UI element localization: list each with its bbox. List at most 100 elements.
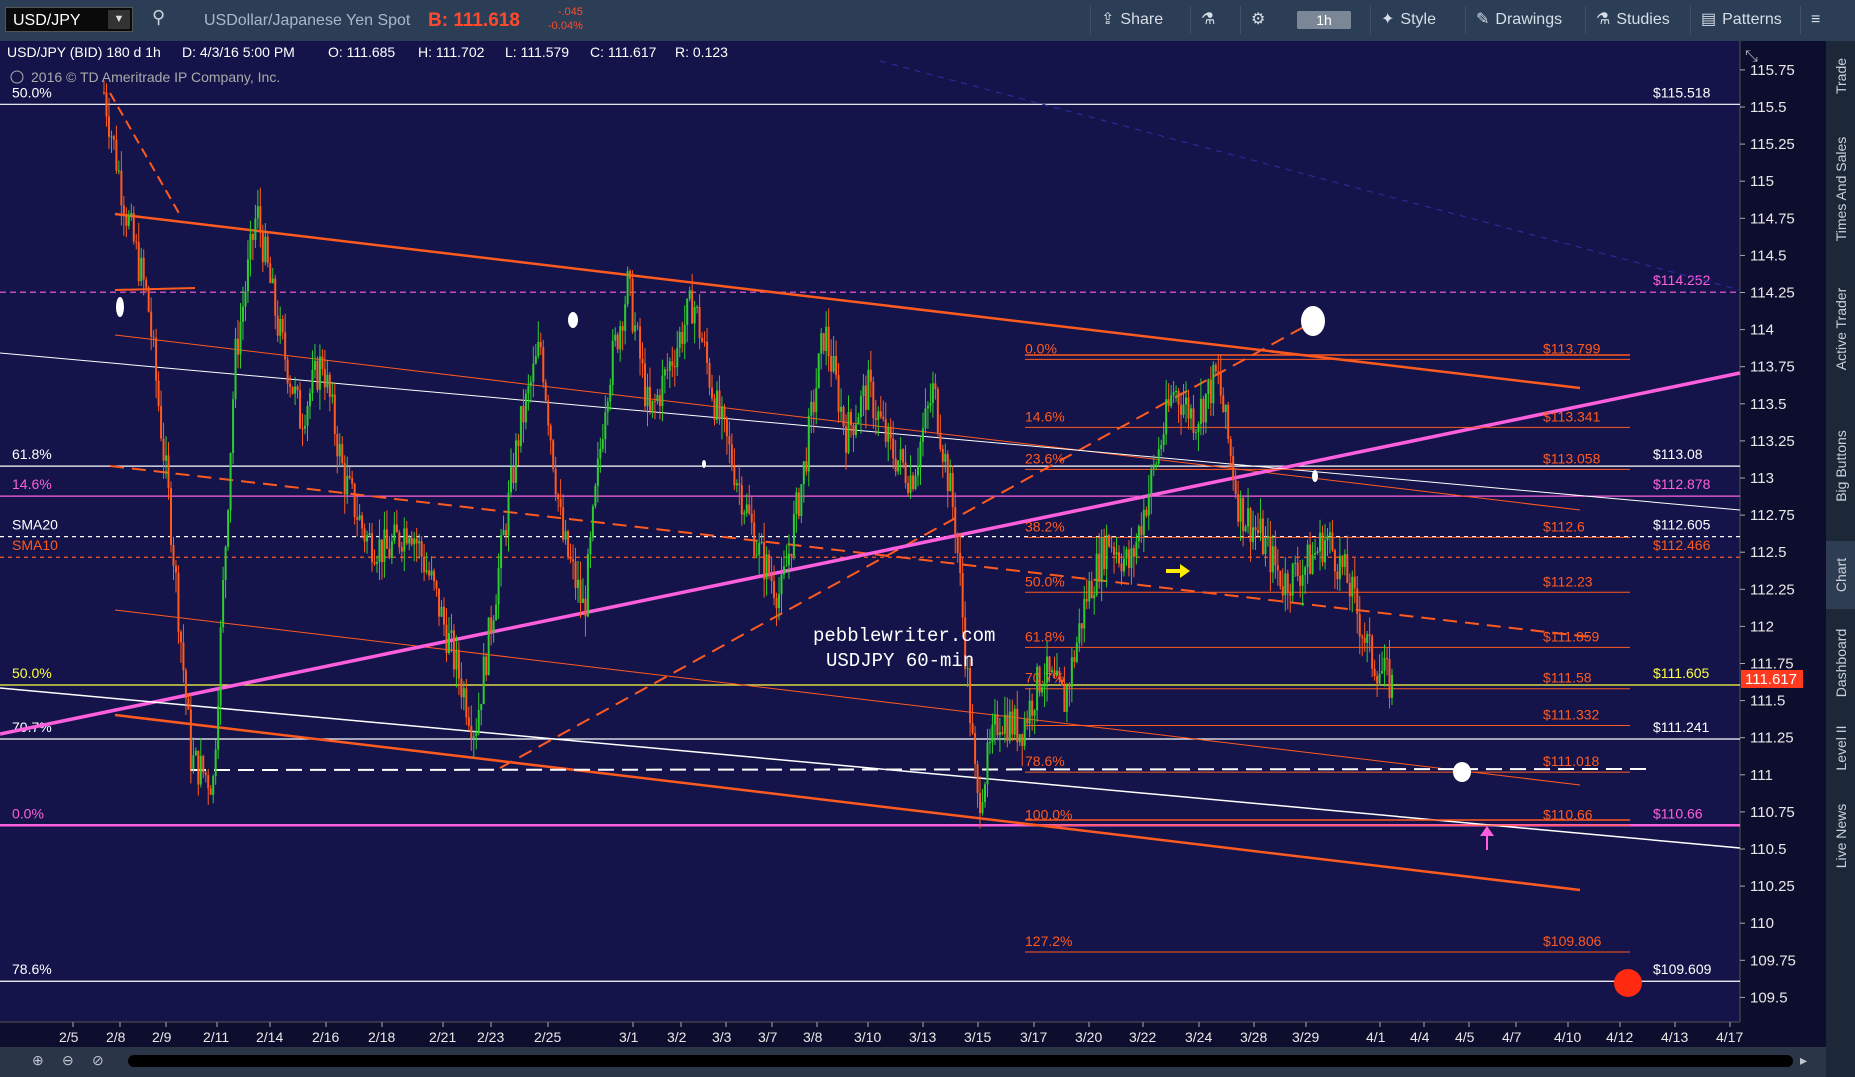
candle-body (1269, 536, 1272, 573)
timeframe-selector[interactable]: 1h (1297, 11, 1351, 29)
time-tick-label: 3/15 (964, 1029, 991, 1045)
candle-body (1351, 576, 1354, 597)
sidebar-tab-dashboard[interactable]: Dashboard (1826, 611, 1855, 715)
price-tick-label: 112.25 (1750, 581, 1795, 598)
candle-body (569, 557, 572, 560)
settings-button[interactable]: ⚙ (1240, 6, 1281, 34)
candle-body (214, 749, 217, 777)
zoom-out-icon[interactable]: ⊖ (62, 1052, 74, 1069)
candle-body (1284, 573, 1287, 596)
candle-body (500, 535, 503, 569)
candle-body (150, 311, 153, 337)
price-tick-label: 114.25 (1750, 285, 1795, 302)
menu-icon: ≡ (1811, 11, 1821, 28)
candle-body (485, 656, 488, 676)
level-price: $113.08 (1653, 446, 1703, 462)
candle-body (991, 724, 994, 743)
candle-body (976, 764, 979, 793)
candle-body (326, 374, 329, 388)
candle-body (872, 381, 875, 419)
candle-body (395, 524, 398, 533)
candle-body (646, 386, 649, 407)
studies-button[interactable]: ⚗ Studies (1585, 6, 1670, 34)
candle-body (849, 411, 852, 426)
reset-zoom-icon[interactable]: ⊘ (92, 1052, 104, 1069)
candle-body (673, 365, 676, 368)
style-button[interactable]: ✦ Style (1370, 6, 1436, 34)
candle-body (750, 513, 753, 523)
candle-body (996, 714, 999, 736)
time-tick-label: 3/29 (1292, 1029, 1319, 1045)
flask-button[interactable]: ⚗ (1190, 6, 1231, 34)
sidebar-tab-active-trader[interactable]: Active Trader (1826, 267, 1855, 391)
candle-body (1075, 642, 1078, 662)
candle-body (708, 362, 711, 388)
chevron-down-icon[interactable]: ▼ (108, 10, 130, 29)
time-tick-label: 2/11 (203, 1029, 229, 1045)
candle-body (743, 512, 746, 515)
candle-body (775, 598, 778, 609)
candle-body (224, 546, 227, 581)
patterns-button[interactable]: ▤ Patterns (1690, 6, 1782, 34)
candle-body (539, 341, 542, 348)
price-chart[interactable]: USD/JPY (BID) 180 d 1h D: 4/3/16 5:00 PM… (0, 41, 1826, 1047)
symbol-selector[interactable]: USD/JPY ▼ (5, 7, 133, 32)
fib-price: $112.23 (1543, 573, 1593, 589)
candle-body (889, 426, 892, 439)
candle-body (1167, 399, 1170, 406)
candle-body (1157, 449, 1160, 464)
sidebar-tab-times-and-sales[interactable]: Times And Sales (1826, 119, 1855, 259)
sidebar-tab-big-buttons[interactable]: Big Buttons (1826, 396, 1855, 536)
candle-body (671, 361, 674, 366)
candle-body (192, 755, 195, 769)
candle-body (663, 369, 666, 376)
link-icon[interactable]: ⚲ (152, 7, 165, 28)
candle-body (145, 279, 148, 288)
price-tick-label: 114.75 (1750, 210, 1795, 227)
scroll-right-icon[interactable]: ▸ (1800, 1052, 1807, 1069)
level-price: $109.609 (1653, 961, 1712, 977)
candle-body (115, 139, 118, 171)
candle-body (1326, 535, 1329, 541)
candle-body (1261, 518, 1264, 555)
time-tick-label: 3/2 (667, 1029, 687, 1045)
candle-body (827, 326, 830, 357)
candle-body (323, 369, 326, 388)
candle-body (232, 399, 235, 453)
share-button[interactable]: ⇪ Share (1090, 6, 1163, 34)
candle-body (105, 92, 108, 117)
candle-body (1224, 404, 1227, 413)
candle-body (696, 306, 699, 308)
candle-body (222, 580, 225, 628)
sidebar-tab-chart[interactable]: Chart (1826, 541, 1855, 609)
candle-body (1222, 395, 1225, 413)
candle-body (1132, 548, 1135, 557)
candle-body (599, 448, 602, 459)
candle-body (1348, 582, 1351, 597)
candle-body (1227, 404, 1230, 440)
candle-body (514, 440, 517, 483)
candle-body (1187, 397, 1190, 419)
fib-price: $111.018 (1543, 753, 1600, 769)
fib-price: $113.799 (1543, 340, 1601, 356)
candle-body (1237, 493, 1240, 522)
zoom-in-icon[interactable]: ⊕ (32, 1052, 44, 1069)
target-dot (1614, 969, 1642, 997)
candle-body (505, 530, 508, 536)
candle-body (914, 475, 917, 489)
candle-body (745, 504, 748, 513)
header-low: L: 111.579 (505, 44, 569, 60)
sidebar-tab-live-news[interactable]: Live News (1826, 786, 1855, 886)
candle-body (465, 688, 468, 718)
drawings-button[interactable]: ✎ Drawings (1465, 6, 1562, 34)
candle-body (452, 630, 455, 670)
candle-body (1264, 538, 1267, 555)
candle-body (390, 541, 393, 558)
candle-body (629, 270, 632, 279)
candle-body (534, 356, 537, 364)
chart-scrollbar[interactable] (128, 1055, 1793, 1067)
sidebar-tab-level-ii[interactable]: Level II (1826, 713, 1855, 783)
sidebar-tab-trade[interactable]: Trade (1826, 41, 1855, 111)
menu-button[interactable]: ≡ (1800, 6, 1831, 34)
cursor-icon[interactable]: ⤡ (1745, 48, 1758, 65)
